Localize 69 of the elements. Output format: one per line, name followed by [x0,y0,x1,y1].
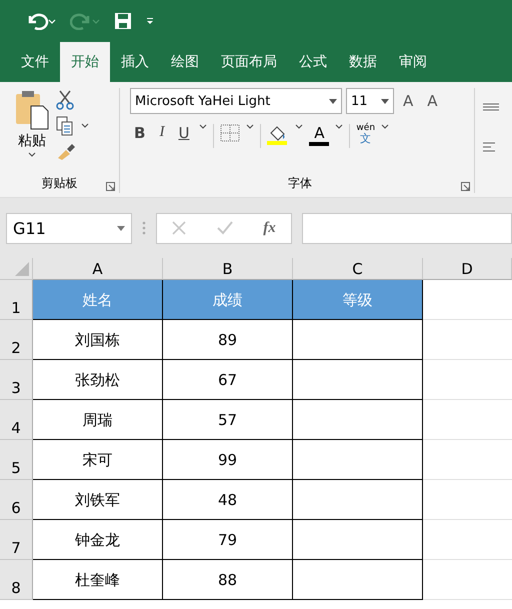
table-cell: 杜奎峰 [33,560,163,600]
caret-icon[interactable] [381,98,389,104]
column-header[interactable]: B [163,258,293,280]
name-box[interactable]: G11 [6,212,132,244]
row-header[interactable]: 1 [0,280,33,320]
row-header[interactable]: 8 [0,560,33,600]
ribbon-tab[interactable]: 页面布局 [210,42,288,82]
table-cell: 89 [163,320,293,360]
ribbon-tab[interactable]: 公式 [288,42,338,82]
table-cell: 67 [163,360,293,400]
font-color-button[interactable]: A [309,124,330,146]
decrease-font-size-button[interactable]: A [422,92,443,110]
header-cell: 成绩 [163,280,293,320]
table-cell: 钟金龙 [33,520,163,560]
grip-icon [142,221,146,235]
ribbon-tab[interactable]: 开始 [60,42,110,82]
font-style-button[interactable]: B [130,124,150,142]
row-header[interactable]: 4 [0,400,33,440]
table-cell: 48 [163,480,293,520]
table-cell: 99 [163,440,293,480]
column-header[interactable]: A [33,258,163,280]
row-header[interactable]: 6 [0,480,33,520]
increase-font-size-button[interactable]: A [398,92,418,110]
copy-icon[interactable] [56,116,90,136]
dialog-launcher-icon[interactable] [106,182,115,191]
checkmark-icon[interactable] [216,221,233,235]
ribbon-tab[interactable]: 文件 [10,42,60,82]
row-header[interactable]: 2 [0,320,33,360]
table-cell: 周瑞 [33,400,163,440]
header-cell: 等级 [293,280,423,320]
table-cell: 刘铁军 [33,480,163,520]
format-painter-icon[interactable] [56,142,76,160]
column-header[interactable]: D [423,258,512,280]
phonetic-guide-button[interactable]: wén 文 [356,124,376,144]
font-size-dropdown[interactable]: 11 [346,88,394,114]
ribbon-tab[interactable]: 审阅 [388,42,438,82]
caret-icon[interactable] [329,98,337,104]
table-cell: 88 [163,560,293,600]
dialog-launcher-icon[interactable] [461,182,470,191]
font-name-dropdown[interactable]: Microsoft YaHei Light [130,88,342,114]
row-header[interactable]: 3 [0,360,33,400]
fill-bucket-icon[interactable] [267,124,290,146]
table-cell: 57 [163,400,293,440]
borders-icon[interactable] [220,124,240,142]
table-cell: 张劲松 [33,360,163,400]
header-cell: 姓名 [33,280,163,320]
font-style-button[interactable]: U [174,124,194,142]
row-header[interactable]: 5 [0,440,33,480]
ribbon-tab[interactable]: 插入 [110,42,160,82]
ribbon-tab[interactable]: 数据 [338,42,388,82]
undo-icon[interactable] [26,12,56,30]
caret-icon[interactable] [28,152,36,157]
save-icon[interactable] [114,12,132,30]
row-header[interactable]: 7 [0,520,33,560]
insert-function-button[interactable]: fx [263,220,276,236]
formula-input-field[interactable] [302,212,512,244]
scissors-icon[interactable] [56,90,74,110]
group-label: 剪贴板 [42,174,78,192]
column-header[interactable]: C [293,258,423,280]
font-style-button[interactable]: I [155,124,168,141]
clipboard-icon [14,90,50,130]
table-cell: 宋可 [33,440,163,480]
table-cell: 79 [163,520,293,560]
customize-icon[interactable] [146,17,154,25]
ribbon-tab[interactable]: 绘图 [160,42,210,82]
paste-button[interactable]: 粘贴 [14,88,50,173]
table-cell: 刘国栋 [33,320,163,360]
align-top-icon[interactable] [481,102,501,112]
group-label: 字体 [288,174,312,192]
